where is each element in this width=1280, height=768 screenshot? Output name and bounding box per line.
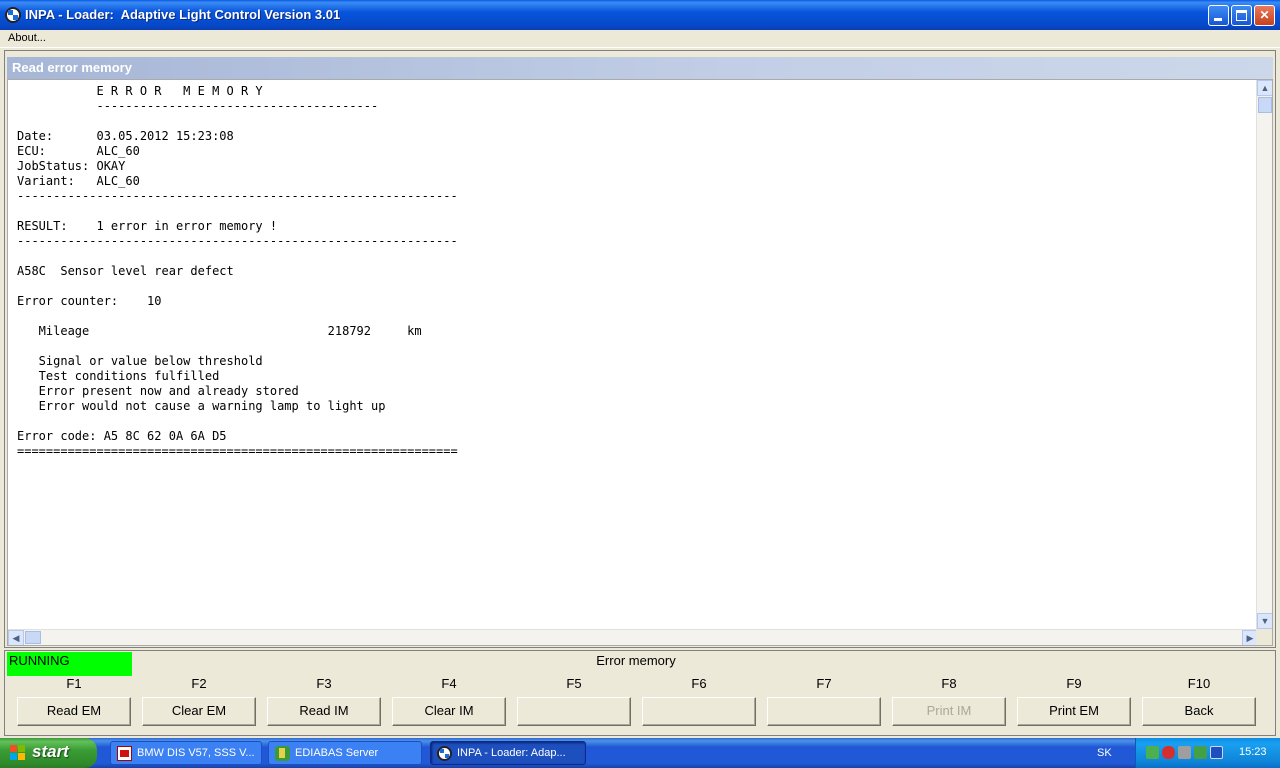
report-line [17,414,458,429]
taskbar-item-ediabas-server[interactable]: EDIABAS Server [268,741,422,765]
report-line [17,204,458,219]
report-line: ----------------------------------------… [17,189,458,203]
pdf-icon [117,746,132,761]
fkey-label-f7: F7 [816,676,832,691]
report-line: ECU: ALC_60 [17,144,140,158]
device-icon[interactable] [1210,746,1223,759]
fkey-button-empty-f7[interactable] [767,697,881,726]
fkey-label-f9: F9 [1066,676,1082,691]
report-line: ----------------------------------------… [17,234,458,248]
fkey-label-f6: F6 [691,676,707,691]
ediabas-icon [275,746,290,761]
fkey-button-empty-f5[interactable] [517,697,631,726]
running-status: RUNNING [7,652,132,676]
minimize-icon [1214,18,1222,21]
taskbar-item-label: BMW DIS V57, SSS V... [137,747,255,759]
fkey-button-empty-f6[interactable] [642,697,756,726]
report-line: E R R O R M E M O R Y [17,84,263,98]
close-button[interactable]: ✕ [1254,5,1275,26]
taskbar-item-label: EDIABAS Server [295,747,379,759]
report-text-area[interactable]: E R R O R M E M O R Y ------------------… [7,79,1273,646]
security-icon[interactable] [1194,746,1207,759]
fkey-button-print-em[interactable]: Print EM [1017,697,1131,726]
start-label: start [32,742,69,761]
taskbar-item-inpa-loader[interactable]: INPA - Loader: Adap... [430,741,586,765]
vertical-scroll-thumb[interactable] [1258,97,1272,113]
maximize-icon [1236,10,1247,21]
report-line: --------------------------------------- [17,99,379,113]
vertical-scrollbar[interactable]: ▲ ▼ [1256,80,1272,629]
function-key-panel: RUNNING Error memory F1 Read EM F2 Clear EM… [4,650,1276,736]
shield-icon[interactable] [1162,746,1175,759]
clock: 15:23 [1239,746,1267,758]
scroll-corner [1256,629,1272,645]
fkey-button-clear-em[interactable]: Clear EM [142,697,256,726]
connection-icon[interactable] [1178,746,1191,759]
report-line: Error counter: 10 [17,294,162,308]
report-line: Signal or value below threshold [17,354,263,368]
fkey-label-f1: F1 [66,676,82,691]
section-header: Read error memory [7,57,1273,79]
horizontal-scrollbar[interactable]: ◀ ▶ [8,629,1258,645]
report-line: Error present now and already stored [17,384,299,398]
taskbar-item-label: INPA - Loader: Adap... [457,747,566,759]
window-title: INPA - Loader: Adaptive Light Control Ve… [25,7,341,22]
fkey-button-read-em[interactable]: Read EM [17,697,131,726]
close-icon: ✕ [1259,8,1270,22]
report-line: RESULT: 1 error in error memory ! [17,219,278,233]
report-line [17,339,458,354]
maximize-button[interactable] [1231,5,1252,26]
report-line [17,114,458,129]
language-indicator[interactable]: SK [1097,747,1112,759]
title-bar[interactable]: INPA - Loader: Adaptive Light Control Ve… [0,0,1280,30]
report-line: Variant: ALC_60 [17,174,140,188]
error-memory-report: E R R O R M E M O R Y ------------------… [17,84,458,459]
fkey-button-clear-im[interactable]: Clear IM [392,697,506,726]
report-line: JobStatus: OKAY [17,159,126,173]
report-line [17,309,458,324]
minimize-button[interactable] [1208,5,1229,26]
taskbar: start BMW DIS V57, SSS V... EDIABAS Serv… [0,738,1280,768]
windows-logo-icon [10,745,27,761]
report-line: Error code: A5 8C 62 0A 6A D5 [17,429,227,443]
scroll-up-icon[interactable]: ▲ [1257,80,1272,96]
fkey-label-f10: F10 [1187,676,1211,691]
network-icon[interactable] [1146,746,1159,759]
scroll-left-icon[interactable]: ◀ [8,630,24,645]
fkey-button-print-im[interactable]: Print IM [892,697,1006,726]
status-caption: Error memory [596,653,676,668]
fkey-button-back[interactable]: Back [1142,697,1256,726]
report-line [17,279,458,294]
taskbar-item-bmw-dis[interactable]: BMW DIS V57, SSS V... [110,741,262,765]
fkey-label-f4: F4 [441,676,457,691]
menu-item-about[interactable]: About... [8,32,46,44]
fkey-label-f8: F8 [941,676,957,691]
scroll-down-icon[interactable]: ▼ [1257,613,1272,629]
fkey-label-f3: F3 [316,676,332,691]
report-line: Mileage 218792 km [17,324,422,338]
menu-bar: About... [0,30,1280,48]
horizontal-scroll-thumb[interactable] [25,631,41,644]
bmw-logo-icon [437,746,452,761]
report-line: Test conditions fulfilled [17,369,220,383]
report-line: Date: 03.05.2012 15:23:08 [17,129,234,143]
report-line [17,249,458,264]
report-line: A58C Sensor level rear defect [17,264,234,278]
bmw-logo-icon[interactable] [5,7,21,23]
report-line: ========================================… [17,444,458,458]
start-button[interactable]: start [0,738,97,768]
system-tray: 15:23 [1135,738,1280,768]
main-panel: Read error memory E R R O R M E M O R Y … [4,50,1276,648]
fkey-label-f2: F2 [191,676,207,691]
fkey-button-read-im[interactable]: Read IM [267,697,381,726]
report-line: Error would not cause a warning lamp to … [17,399,386,413]
fkey-label-f5: F5 [566,676,582,691]
